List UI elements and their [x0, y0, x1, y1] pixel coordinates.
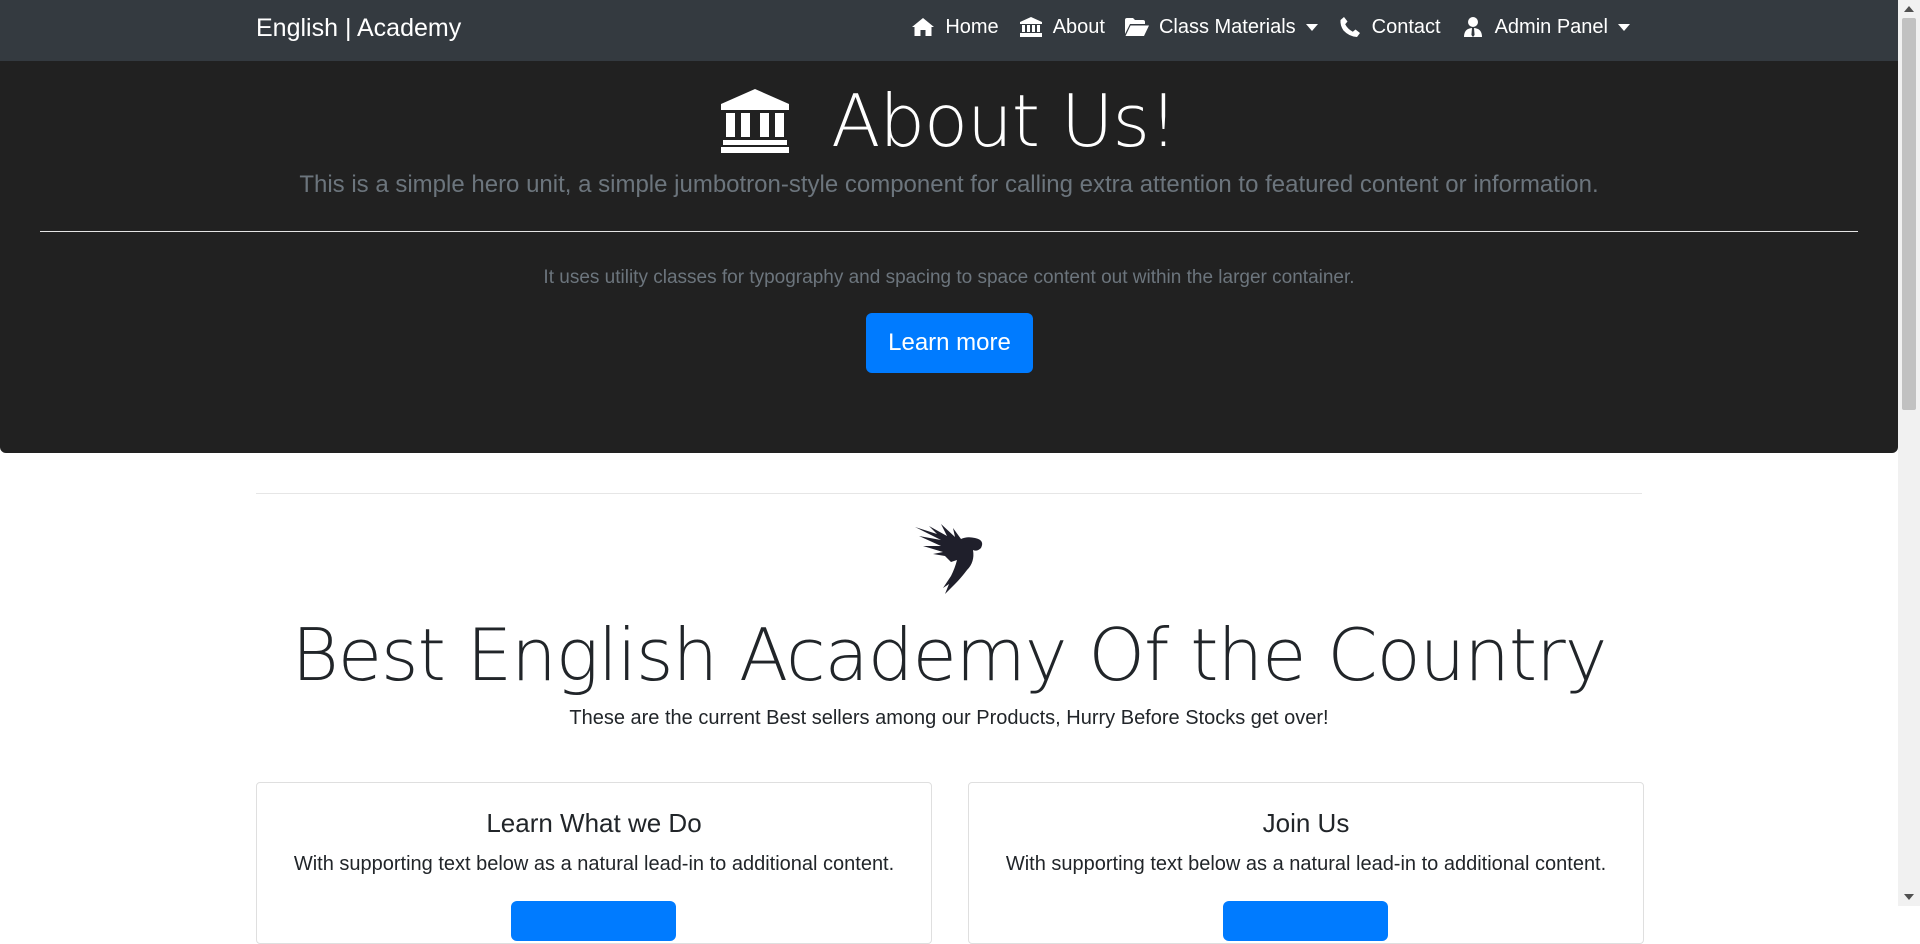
- divider: [256, 493, 1642, 494]
- scrollbar-thumb[interactable]: [1902, 18, 1916, 410]
- folder-open-icon: [1124, 16, 1149, 38]
- learn-more-button[interactable]: Learn more: [866, 313, 1033, 373]
- scroll-up-arrow-icon[interactable]: [1904, 6, 1914, 12]
- nav-item-admin-panel[interactable]: Admin Panel: [1461, 14, 1630, 40]
- home-icon: [911, 16, 935, 38]
- nav-item-label: Contact: [1371, 16, 1441, 38]
- chevron-down-icon: [1305, 23, 1318, 31]
- jumbotron-heading: About Us!: [0, 81, 1898, 161]
- page-scrollbar[interactable]: [1898, 0, 1920, 906]
- card-title: Join Us: [1262, 808, 1350, 838]
- card-text: With supporting text below as a natural …: [1005, 853, 1607, 875]
- nav-item-class-materials[interactable]: Class Materials: [1124, 14, 1318, 40]
- card-title: Learn What we Do: [486, 808, 702, 838]
- card-learn-what-we-do: Learn What we Do With supporting text be…: [256, 782, 932, 944]
- card-button[interactable]: [1223, 901, 1388, 941]
- chevron-down-icon: [1618, 23, 1630, 31]
- section-subtitle: These are the current Best sellers among…: [569, 707, 1329, 729]
- jumbotron-text: It uses utility classes for typography a…: [543, 267, 1355, 288]
- divider: [40, 231, 1858, 232]
- page-title: About Us!: [831, 79, 1178, 163]
- nav-item-label: Home: [945, 16, 999, 38]
- top-navbar: English | Academy Home About Class Mater…: [0, 0, 1898, 61]
- user-tie-icon: [1461, 16, 1485, 38]
- nav-item-label: Class Materials: [1158, 16, 1296, 38]
- brand-link[interactable]: English | Academy: [256, 13, 461, 43]
- card-text: With supporting text below as a natural …: [293, 853, 895, 875]
- scroll-down-arrow-icon[interactable]: [1904, 894, 1914, 900]
- section-title: Best English Academy Of the Country: [291, 613, 1608, 697]
- nav-item-home[interactable]: Home: [911, 14, 999, 40]
- phone-icon: [1338, 16, 1362, 38]
- winged-figure-logo: [915, 522, 985, 596]
- nav-item-label: About: [1052, 16, 1105, 38]
- nav-item-contact[interactable]: Contact: [1338, 14, 1441, 40]
- nav-item-about[interactable]: About: [1019, 14, 1105, 40]
- nav-links: Home About Class Materials Contact Admin…: [891, 14, 1630, 40]
- card-join-us: Join Us With supporting text below as a …: [968, 782, 1644, 944]
- institution-icon: [721, 89, 790, 153]
- jumbotron: About Us! This is a simple hero unit, a …: [0, 61, 1898, 453]
- institution-icon: [1019, 16, 1043, 38]
- jumbotron-lead: This is a simple hero unit, a simple jum…: [299, 171, 1599, 198]
- card-button[interactable]: [511, 901, 676, 941]
- nav-item-label: Admin Panel: [1494, 16, 1608, 38]
